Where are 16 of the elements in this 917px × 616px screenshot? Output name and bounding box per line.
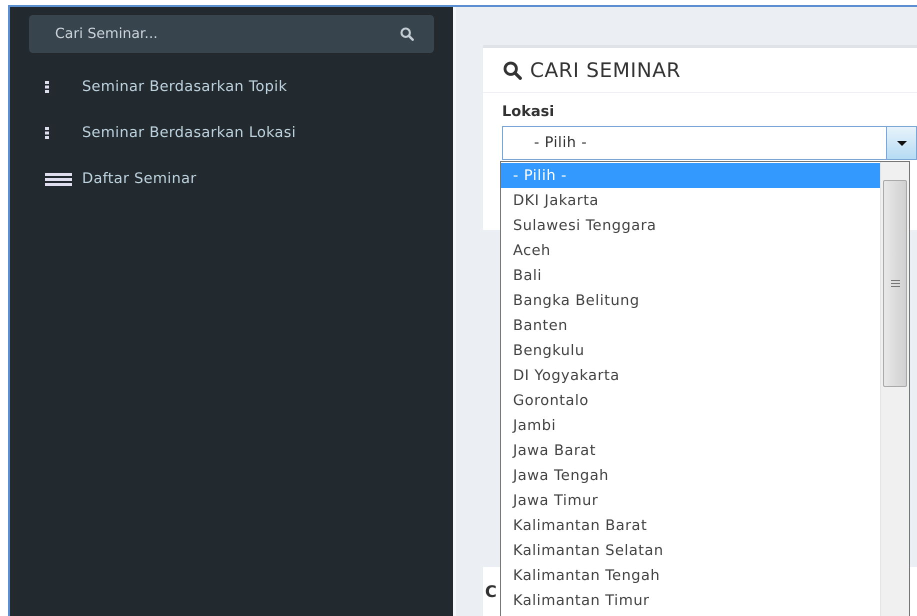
location-select[interactable]: - Pilih - [502, 126, 917, 160]
sidebar-item[interactable]: Seminar Berdasarkan Topik [82, 79, 288, 95]
caret-icon [896, 140, 906, 146]
sidebar-item[interactable]: Seminar Berdasarkan Lokasi [82, 125, 296, 141]
search-field[interactable]: Cari Seminar... [29, 15, 434, 53]
card-title: CARI SEMINAR [530, 58, 681, 82]
sidebar-item[interactable]: Daftar Seminar [82, 171, 197, 187]
dots-icon [45, 81, 50, 93]
card-heading: C [485, 582, 497, 601]
scrollbar[interactable] [880, 162, 909, 616]
search-icon [503, 60, 522, 80]
list-icon [45, 172, 72, 186]
grip-icon [890, 280, 900, 287]
field-label: Lokasi [501, 103, 556, 122]
search-icon [400, 27, 414, 41]
dots-icon [45, 127, 50, 139]
